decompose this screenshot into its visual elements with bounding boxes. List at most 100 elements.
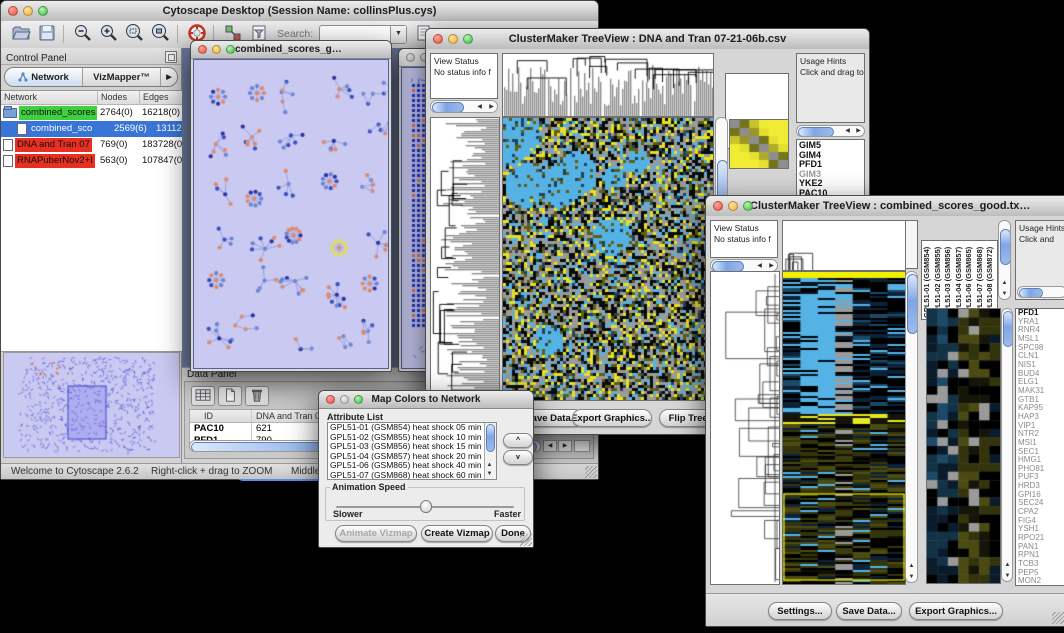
- zoom-fit-button[interactable]: [149, 23, 172, 46]
- maximize-button[interactable]: [743, 201, 753, 211]
- move-down-button[interactable]: v: [503, 450, 533, 465]
- resize-grip[interactable]: [520, 534, 532, 546]
- heatmap-vscrollbar[interactable]: ▲ ▼: [905, 271, 918, 583]
- treeview2-titlebar[interactable]: ClusterMaker TreeView : combined_scores_…: [706, 196, 1064, 217]
- column-header-nodes[interactable]: Nodes: [98, 91, 140, 104]
- heatmap-canvas[interactable]: [502, 117, 714, 401]
- scroll-down-button[interactable]: ▼: [999, 289, 1010, 299]
- attribute-list-item[interactable]: GPL51-07 (GSM868) heat shock 60 min: [328, 471, 485, 480]
- move-up-button[interactable]: ^: [503, 433, 533, 448]
- scrollbar-thumb[interactable]: [907, 274, 918, 334]
- float-panel-icon[interactable]: [165, 51, 177, 63]
- save-data-button[interactable]: Save Data...: [836, 602, 902, 620]
- treeview-window-combined: ClusterMaker TreeView : combined_scores_…: [705, 195, 1064, 627]
- resize-grip[interactable]: [1052, 612, 1064, 624]
- minimize-button[interactable]: [23, 6, 33, 16]
- attribute-list-vscrollbar[interactable]: ▲ ▼: [484, 423, 496, 479]
- scroll-up-button[interactable]: ▲: [999, 278, 1010, 288]
- network-overview-panel[interactable]: [3, 352, 180, 458]
- network-list-row[interactable]: RNAPuberNov2+I563(0)107847(0): [1, 153, 182, 169]
- zoom-selected-button[interactable]: [123, 23, 146, 46]
- close-button[interactable]: [8, 6, 18, 16]
- scroll-right-button[interactable]: ▶: [558, 440, 572, 452]
- row-dendrogram-canvas[interactable]: [430, 117, 500, 401]
- zoom-vscrollbar[interactable]: ▲ ▼: [1001, 308, 1013, 582]
- network-list-row[interactable]: combined_scores2764(0)16218(0): [1, 105, 182, 121]
- gene-labels-panel[interactable]: PFD1YRA1RNR4MSL1SPC98CLN1NIS1BUD4ELG1MAK…: [1015, 308, 1064, 586]
- close-button[interactable]: [198, 45, 207, 54]
- minimize-button[interactable]: [448, 34, 458, 44]
- scrollbar-thumb[interactable]: [1003, 311, 1013, 347]
- select-attributes-button[interactable]: [191, 386, 215, 406]
- new-attribute-button[interactable]: [218, 386, 242, 406]
- column-header-id[interactable]: ID: [190, 410, 252, 422]
- column-labels-vscrollbar[interactable]: ▲ ▼: [998, 220, 1011, 300]
- scroll-left-button[interactable]: ◀: [754, 261, 765, 271]
- scroll-left-button[interactable]: ◀: [543, 440, 557, 452]
- close-button[interactable]: [406, 53, 415, 62]
- scrollbar-thumb[interactable]: [798, 127, 834, 137]
- scroll-left-button[interactable]: ◀: [842, 126, 853, 136]
- export-graphics-button[interactable]: Export Graphics...: [909, 602, 1003, 620]
- zoom-heatmap-canvas[interactable]: [926, 308, 1001, 584]
- scrollbar-thumb[interactable]: [1000, 229, 1011, 265]
- network-list-row[interactable]: DNA and Tran 07769(0)183728(0): [1, 137, 182, 153]
- minimize-button[interactable]: [728, 201, 738, 211]
- scrollbar-thumb[interactable]: [1019, 288, 1043, 298]
- main-window-titlebar[interactable]: Cytoscape Desktop (Session Name: collins…: [1, 1, 598, 22]
- scroll-left-button[interactable]: ◀: [474, 102, 485, 112]
- save-session-button[interactable]: [35, 23, 58, 46]
- maximize-button[interactable]: [354, 395, 363, 404]
- column-header-network[interactable]: Network: [1, 91, 98, 104]
- zoom-in-button[interactable]: [97, 23, 120, 46]
- scroll-down-button[interactable]: ▼: [906, 572, 917, 582]
- scroll-up-button[interactable]: ▲: [1002, 560, 1013, 570]
- chevron-down-icon[interactable]: ▼: [390, 26, 406, 43]
- resize-grip[interactable]: [585, 466, 597, 478]
- scroll-right-button[interactable]: ▶: [853, 126, 864, 136]
- tab-vizmapper[interactable]: VizMapper™: [83, 68, 161, 86]
- close-button[interactable]: [433, 34, 443, 44]
- usage-hints-hscrollbar[interactable]: [1017, 286, 1064, 298]
- close-button[interactable]: [326, 395, 335, 404]
- usage-hints-hscrollbar[interactable]: ◀ ▶: [796, 125, 865, 137]
- network-list-row[interactable]: combined_sco2569(6)13112(15): [1, 121, 182, 137]
- overview-canvas[interactable]: [4, 353, 179, 457]
- tab-overflow-arrow[interactable]: ▶: [161, 68, 177, 86]
- treeview1-titlebar[interactable]: ClusterMaker TreeView : DNA and Tran 07-…: [426, 29, 869, 50]
- minimize-button[interactable]: [340, 395, 349, 404]
- scrollbar-thumb[interactable]: [486, 424, 495, 452]
- settings-button[interactable]: Settings...: [768, 602, 832, 620]
- scroll-down-button[interactable]: ▼: [484, 469, 495, 479]
- tab-network[interactable]: Network: [5, 68, 83, 86]
- network-titlebar[interactable]: combined_scores_good.txt--cluste...: [191, 41, 391, 59]
- gene-labels-panel[interactable]: GIM5GIM4PFD1GIM3YKE2PAC10: [796, 139, 865, 201]
- scrollbar-thumb[interactable]: [432, 102, 464, 113]
- column-header-edges[interactable]: Edges: [140, 91, 182, 104]
- close-button[interactable]: [713, 201, 723, 211]
- view-status-hscrollbar[interactable]: ◀ ▶: [430, 100, 498, 113]
- scroll-right-button[interactable]: ▶: [766, 261, 777, 271]
- open-session-button[interactable]: [9, 23, 32, 46]
- animate-vizmap-button[interactable]: Animate Vizmap: [335, 525, 417, 542]
- row-dendrogram-canvas[interactable]: [710, 271, 780, 585]
- column-dendrogram-canvas[interactable]: [502, 53, 714, 117]
- zoom-out-button[interactable]: [71, 23, 94, 46]
- export-graphics-button[interactable]: Export Graphics...: [572, 409, 652, 427]
- create-vizmap-button[interactable]: Create Vizmap: [421, 525, 493, 542]
- zoom-heatmap-canvas[interactable]: [729, 119, 789, 169]
- dialog-titlebar[interactable]: Map Colors to Network: [319, 391, 533, 409]
- maximize-button[interactable]: [226, 45, 235, 54]
- heatmap-canvas[interactable]: [782, 271, 906, 585]
- scroll-down-button[interactable]: ▼: [1002, 571, 1013, 581]
- column-dendrogram-canvas[interactable]: [782, 220, 906, 271]
- maximize-button[interactable]: [38, 6, 48, 16]
- delete-attribute-button[interactable]: [245, 386, 269, 406]
- scroll-up-button[interactable]: ▲: [906, 561, 917, 571]
- scroll-right-button[interactable]: ▶: [486, 102, 497, 112]
- attribute-listbox[interactable]: GPL51-01 (GSM854) heat shock 05 minGPL51…: [327, 422, 497, 480]
- network-view-canvas[interactable]: [193, 59, 389, 369]
- slider-thumb[interactable]: [420, 500, 432, 513]
- maximize-button[interactable]: [463, 34, 473, 44]
- minimize-button[interactable]: [212, 45, 221, 54]
